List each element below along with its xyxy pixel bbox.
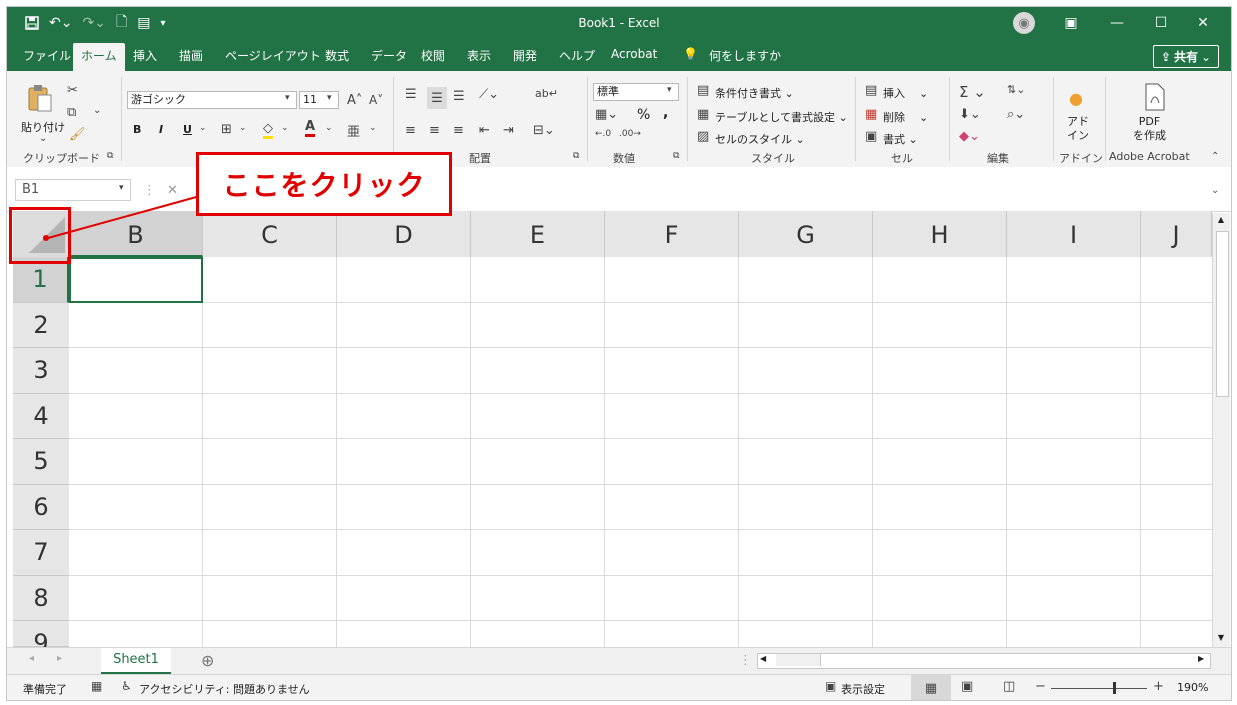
callout-pointer bbox=[43, 195, 201, 241]
callout-label: ここをクリック bbox=[196, 152, 452, 216]
